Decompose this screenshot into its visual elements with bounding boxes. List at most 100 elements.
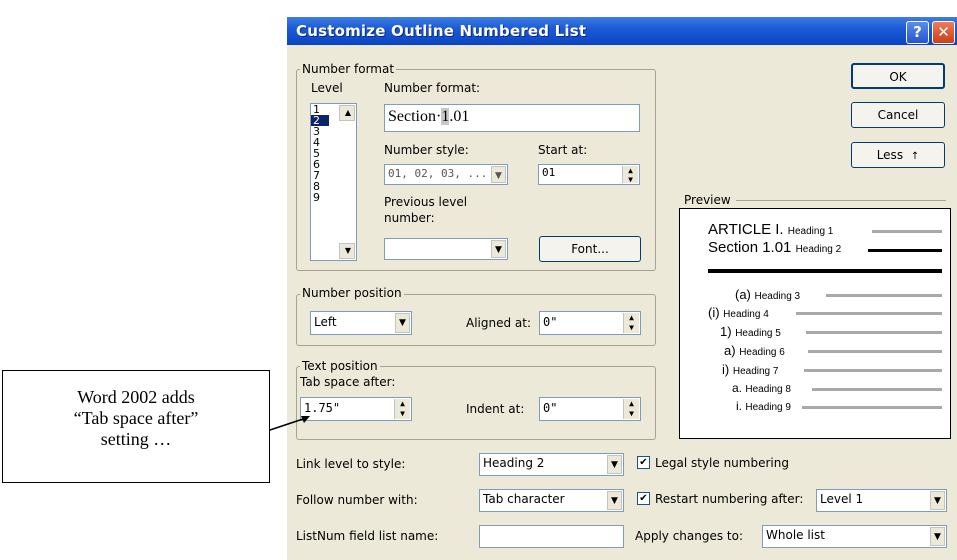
preview-number: a.: [732, 381, 743, 395]
apply-changes-value: Whole list: [766, 528, 825, 542]
restart-numbering-checkbox[interactable]: ✔: [637, 492, 650, 505]
legal-style-checkbox[interactable]: ✔: [637, 456, 650, 469]
chevron-down-icon[interactable]: ▼: [930, 491, 945, 510]
preview-section-rule: [708, 269, 942, 273]
follow-number-value: Tab character: [483, 492, 565, 506]
preview-line-bar: [808, 350, 942, 353]
callout-line-2: “Tab space after”: [73, 408, 199, 428]
preview-number: i): [722, 362, 730, 377]
list-item[interactable]: 9: [311, 192, 356, 203]
restart-level-value: Level 1: [820, 492, 864, 506]
help-button[interactable]: ?: [906, 21, 929, 44]
preview-heading: Heading 7: [732, 366, 779, 377]
preview-line-bar: [804, 369, 942, 372]
chevron-down-icon[interactable]: ▼: [395, 313, 410, 333]
preview-heading: Heading 3: [754, 291, 801, 302]
preview-heading: Heading 8: [745, 384, 791, 395]
aligned-at-label: Aligned at:: [466, 316, 532, 330]
aligned-at-spinner[interactable]: 0" ▲ ▼: [539, 311, 641, 335]
restart-level-select[interactable]: Level 1 ▼: [816, 489, 947, 512]
preview-line-2: Section 1.01 Heading 2: [708, 239, 841, 256]
link-level-value: Heading 2: [483, 456, 545, 470]
callout-arrow-icon: [269, 416, 310, 431]
preview-line-bar: [812, 388, 942, 391]
link-level-label: Link level to style:: [296, 457, 406, 471]
spinner-arrows-icon[interactable]: ▲ ▼: [622, 166, 638, 184]
previous-level-label-2: number:: [384, 211, 435, 225]
aligned-at-value: 0": [543, 315, 558, 329]
scroll-down-icon[interactable]: ▼: [339, 243, 355, 259]
preview-line-5: 1) Heading 5: [720, 324, 781, 339]
preview-line-7: i) Heading 7: [722, 362, 778, 377]
spinner-arrows-icon[interactable]: ▲ ▼: [394, 399, 410, 419]
preview-line-bar: [826, 294, 942, 297]
preview-heading: Heading 4: [723, 309, 769, 320]
dialog-title: Customize Outline Numbered List: [296, 22, 587, 40]
tab-space-after-spinner[interactable]: 1.75" ▲ ▼: [300, 397, 412, 421]
spinner-arrows-icon[interactable]: ▲ ▼: [623, 313, 639, 333]
less-button[interactable]: Less ↑: [851, 142, 945, 168]
preview-number: Section 1.01: [708, 239, 792, 256]
indent-at-value: 0": [543, 401, 558, 415]
chevron-down-icon[interactable]: ▼: [491, 166, 506, 183]
close-button[interactable]: ✕: [932, 21, 955, 44]
number-position-group-label: Number position: [300, 286, 404, 300]
spinner-arrows-icon[interactable]: ▲ ▼: [623, 399, 639, 419]
indent-at-spinner[interactable]: 0" ▲ ▼: [539, 397, 641, 421]
preview-heading: Heading 1: [787, 226, 834, 237]
start-at-spinner[interactable]: 01 ▲ ▼: [538, 164, 640, 185]
tab-space-after-label: Tab space after:: [300, 375, 396, 389]
format-suffix-text: .01: [449, 108, 470, 125]
level-list[interactable]: 1 2 3 4 5 6 7 8 9 ▲ ▼: [310, 103, 357, 261]
listnum-input[interactable]: [479, 525, 624, 548]
preview-number: a): [724, 343, 736, 358]
preview-divider: [736, 200, 946, 201]
preview-line-bar: [872, 230, 942, 233]
preview-number: 1): [720, 324, 732, 339]
preview-number: (i): [708, 305, 720, 320]
preview-line-1: ARTICLE I. Heading 1: [708, 221, 833, 238]
text-position-group-label: Text position: [300, 359, 380, 373]
preview-number: i.: [736, 399, 742, 413]
preview-heading: Heading 9: [745, 402, 791, 413]
preview-pane: ARTICLE I. Heading 1 Section 1.01 Headin…: [679, 208, 951, 439]
preview-line-bar: [868, 249, 942, 252]
arrow-up-icon: ↑: [910, 151, 920, 162]
legal-style-label: Legal style numbering: [655, 456, 789, 470]
preview-label: Preview: [684, 193, 731, 207]
number-format-input[interactable]: Section·1.01: [384, 104, 640, 132]
apply-changes-label: Apply changes to:: [635, 529, 744, 543]
preview-line-3: (a) Heading 3: [735, 287, 800, 302]
ok-button[interactable]: OK: [851, 63, 945, 89]
preview-line-bar: [806, 331, 942, 334]
preview-line-8: a. Heading 8: [732, 381, 791, 395]
preview-line-bar: [802, 406, 942, 409]
number-style-select[interactable]: 01, 02, 03, ... ▼: [384, 164, 508, 185]
number-format-label: Number format:: [384, 81, 481, 95]
chevron-down-icon[interactable]: ▼: [607, 491, 622, 510]
font-button[interactable]: Font...: [539, 236, 641, 262]
follow-number-label: Follow number with:: [296, 493, 418, 507]
chevron-down-icon[interactable]: ▼: [607, 455, 622, 474]
number-style-value: 01, 02, 03, ...: [388, 167, 488, 180]
callout-line-3: setting …: [100, 429, 172, 449]
preview-heading: Heading 6: [739, 347, 785, 358]
link-level-select[interactable]: Heading 2 ▼: [479, 453, 624, 476]
scroll-up-icon[interactable]: ▲: [339, 105, 355, 121]
alignment-select[interactable]: Left ▼: [310, 311, 412, 335]
start-at-label: Start at:: [538, 143, 588, 157]
restart-numbering-label: Restart numbering after:: [655, 492, 804, 506]
number-format-group-label: Number format: [300, 62, 397, 76]
chevron-down-icon[interactable]: ▼: [930, 527, 945, 546]
listnum-label: ListNum field list name:: [296, 529, 439, 543]
cancel-button[interactable]: Cancel: [851, 102, 945, 128]
preview-number: (a): [735, 287, 751, 302]
previous-level-select[interactable]: ▼: [384, 238, 508, 260]
callout-box: Word 2002 adds “Tab space after” setting…: [2, 370, 270, 483]
follow-number-select[interactable]: Tab character ▼: [479, 489, 624, 512]
preview-line-bar: [796, 312, 942, 315]
apply-changes-select[interactable]: Whole list ▼: [762, 525, 947, 548]
preview-line-6: a) Heading 6: [724, 343, 785, 358]
chevron-down-icon[interactable]: ▼: [491, 240, 506, 258]
start-at-value: 01: [542, 166, 556, 179]
